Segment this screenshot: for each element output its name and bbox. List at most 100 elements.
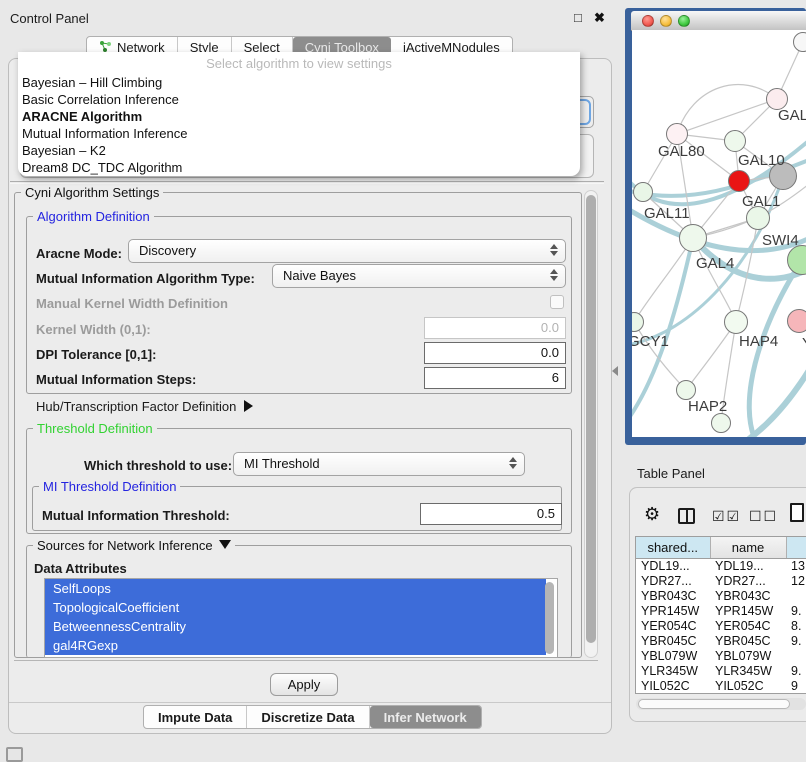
network-edge[interactable] <box>677 85 777 134</box>
column-header-name[interactable]: name <box>710 537 786 558</box>
kernel-width-field[interactable]: 0.0 <box>424 317 566 339</box>
expand-right-icon <box>244 400 253 412</box>
gear-icon[interactable]: ⚙ <box>644 504 660 525</box>
cell-value[interactable] <box>786 648 806 663</box>
table-row[interactable]: YDL19... YDL19... 13 <box>636 558 806 573</box>
table-horizontal-scrollbar[interactable] <box>636 698 806 710</box>
cell-shared-name[interactable]: YDR27... <box>636 573 710 588</box>
cell-value[interactable]: 9 <box>786 678 806 693</box>
network-node-label: GAL1 <box>742 193 780 210</box>
mi-steps-field[interactable]: 6 <box>424 367 566 389</box>
table-row[interactable]: YBR043C YBR043C <box>636 588 806 603</box>
column-header-partial[interactable]: A <box>786 537 806 558</box>
float-panel-icon[interactable]: □ <box>574 10 582 25</box>
cell-shared-name[interactable]: YPR145W <box>636 603 710 618</box>
network-node-hap2[interactable] <box>676 380 696 400</box>
cell-shared-name[interactable]: YIL052C <box>636 678 710 693</box>
algorithm-option-dream8[interactable]: Dream8 DC_TDC Algorithm <box>22 159 182 176</box>
network-window-titlebar[interactable] <box>631 11 806 31</box>
document-icon[interactable] <box>790 503 804 522</box>
table-horizontal-scrollbar-thumb[interactable] <box>638 699 790 709</box>
dpi-tolerance-field[interactable]: 0.0 <box>424 342 566 364</box>
tab-discretize-data[interactable]: Discretize Data <box>247 706 369 728</box>
apply-button[interactable]: Apply <box>270 673 338 696</box>
network-node-gal10[interactable] <box>724 130 746 152</box>
network-node-gal1[interactable] <box>728 170 750 192</box>
settings-scrollbar[interactable] <box>584 190 598 658</box>
cell-name[interactable]: YDR27... <box>710 573 786 588</box>
network-view-window: GALGAL80GAL10GAL1SWI4GAL11GAL4GCY1HAP4YH… <box>625 8 806 445</box>
node-table[interactable]: shared... name A YDL19... YDL19... 13 YD… <box>635 536 806 694</box>
select-columns-checked-icon[interactable]: ☑☑ <box>712 508 741 525</box>
table-row[interactable]: YPR145W YPR145W 9. <box>636 603 806 618</box>
table-row[interactable]: YBL079W YBL079W <box>636 648 806 663</box>
cell-shared-name[interactable]: YBR043C <box>636 588 710 603</box>
network-node[interactable] <box>793 32 806 52</box>
cell-value[interactable]: 9. <box>786 663 806 678</box>
table-row[interactable]: YDR27... YDR27... 12 <box>636 573 806 588</box>
mi-threshold-field[interactable]: 0.5 <box>420 503 562 525</box>
algorithm-option-basic-correlation[interactable]: Basic Correlation Inference <box>22 91 179 108</box>
table-row[interactable]: YLR345W YLR345W 9. <box>636 663 806 678</box>
cell-name[interactable]: YDL19... <box>710 558 786 573</box>
network-canvas[interactable]: GALGAL80GAL10GAL1SWI4GAL11GAL4GCY1HAP4YH… <box>632 30 806 437</box>
table-row[interactable]: YBR045C YBR045C 9. <box>636 633 806 648</box>
table-row[interactable]: YIL052C YIL052C 9 <box>636 678 806 693</box>
cell-value[interactable]: 13 <box>786 558 806 573</box>
cell-value[interactable]: 8. <box>786 618 806 633</box>
tab-impute-data[interactable]: Impute Data <box>144 706 247 728</box>
cell-value[interactable] <box>786 588 806 603</box>
cell-name[interactable]: YBR043C <box>710 588 786 603</box>
attributes-scrollbar-thumb[interactable] <box>545 582 554 654</box>
minimize-window-icon[interactable] <box>660 15 672 27</box>
manual-kernel-width-checkbox[interactable] <box>550 295 564 309</box>
close-window-icon[interactable] <box>642 15 654 27</box>
attribute-gal4rgexp[interactable]: gal4RGexp <box>45 636 546 655</box>
algorithm-option-bayesian-k2[interactable]: Bayesian – K2 <box>22 142 106 159</box>
close-panel-icon[interactable]: ✖ <box>594 10 605 26</box>
network-node-gal11[interactable] <box>633 182 653 202</box>
attribute-betweennesscentrality[interactable]: BetweennessCentrality <box>45 617 546 636</box>
cell-name[interactable]: YER054C <box>710 618 786 633</box>
cell-value[interactable]: 9. <box>786 603 806 618</box>
cell-name[interactable]: YPR145W <box>710 603 786 618</box>
table-row[interactable]: YER054C YER054C 8. <box>636 618 806 633</box>
column-header-shared-name[interactable]: shared... <box>636 537 710 558</box>
network-edge[interactable] <box>677 99 777 134</box>
network-node-gal80[interactable] <box>666 123 688 145</box>
network-edge[interactable] <box>720 362 806 437</box>
cell-name[interactable]: YBL079W <box>710 648 786 663</box>
tab-infer-network[interactable]: Infer Network <box>370 706 481 728</box>
attribute-selfloops[interactable]: SelfLoops <box>45 579 546 598</box>
algorithm-option-mutual-information[interactable]: Mutual Information Inference <box>22 125 187 142</box>
aracne-mode-select[interactable]: Discovery <box>128 239 566 263</box>
cell-value[interactable]: 9. <box>786 633 806 648</box>
cell-shared-name[interactable]: YBL079W <box>636 648 710 663</box>
sources-group-title[interactable]: Sources for Network Inference <box>33 538 235 553</box>
settings-scrollbar-thumb[interactable] <box>586 195 596 643</box>
cell-name[interactable]: YIL052C <box>710 678 786 693</box>
panel-collapse-arrow[interactable] <box>612 366 618 376</box>
algorithm-option-aracne[interactable]: ARACNE Algorithm <box>22 108 142 125</box>
network-node-y[interactable] <box>787 309 806 333</box>
split-pane-icon[interactable] <box>678 508 695 524</box>
network-node[interactable] <box>711 413 731 433</box>
which-threshold-select[interactable]: MI Threshold <box>233 452 525 476</box>
select-columns-unchecked-icon[interactable]: ☐☐ <box>749 508 778 525</box>
mi-algorithm-type-select[interactable]: Naive Bayes <box>272 264 566 288</box>
cell-shared-name[interactable]: YDL19... <box>636 558 710 573</box>
algorithm-option-bayesian-hill-climbing[interactable]: Bayesian – Hill Climbing <box>22 74 162 91</box>
zoom-window-icon[interactable] <box>678 15 690 27</box>
hub-definition-toggle[interactable]: Hub/Transcription Factor Definition <box>36 399 253 414</box>
attribute-topologicalcoefficient[interactable]: TopologicalCoefficient <box>45 598 546 617</box>
cell-value[interactable]: 12 <box>786 573 806 588</box>
cell-shared-name[interactable]: YLR345W <box>636 663 710 678</box>
network-edge[interactable] <box>686 322 736 390</box>
network-node-hap4[interactable] <box>724 310 748 334</box>
cell-shared-name[interactable]: YER054C <box>636 618 710 633</box>
cell-name[interactable]: YBR045C <box>710 633 786 648</box>
floating-panel-icon[interactable] <box>6 747 23 762</box>
cell-shared-name[interactable]: YBR045C <box>636 633 710 648</box>
network-node-gal4[interactable] <box>679 224 707 252</box>
cell-name[interactable]: YLR345W <box>710 663 786 678</box>
